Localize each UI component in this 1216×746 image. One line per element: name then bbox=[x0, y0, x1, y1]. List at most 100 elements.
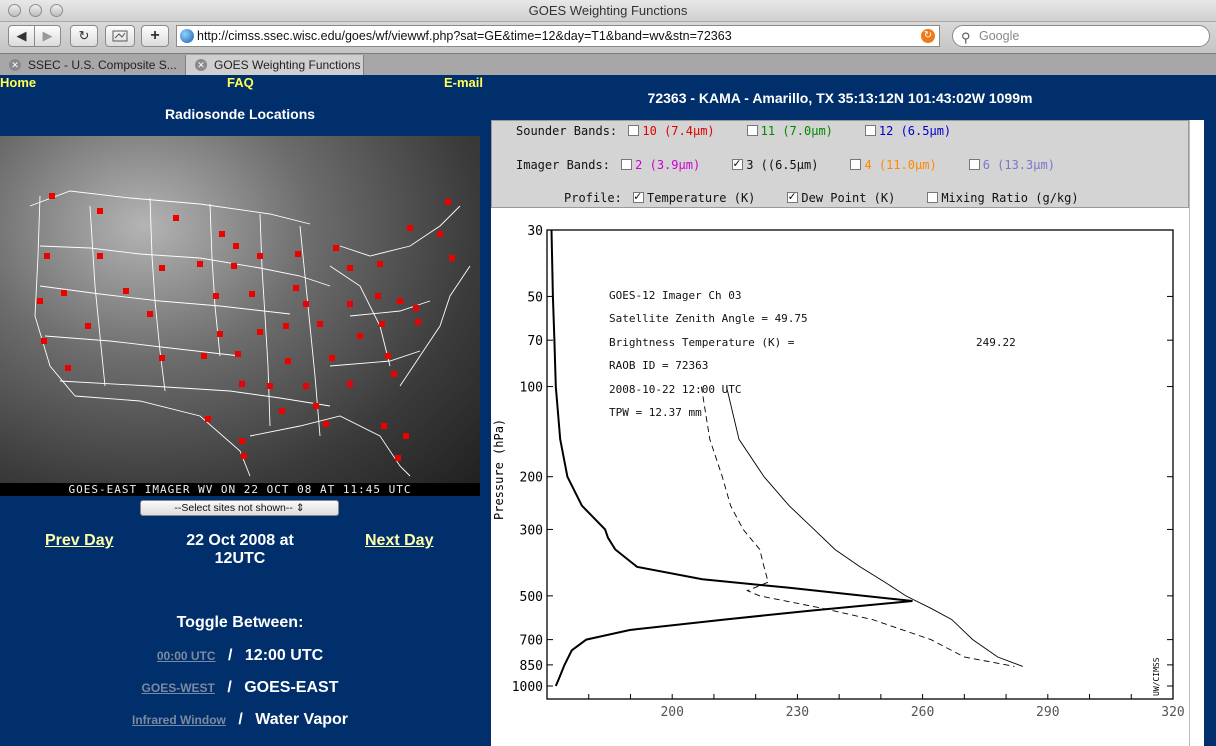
station-marker[interactable] bbox=[391, 371, 397, 377]
address-bar[interactable]: http://cimss.ssec.wisc.edu/goes/wf/vieww… bbox=[176, 25, 940, 47]
station-marker[interactable] bbox=[61, 290, 67, 296]
sounder-checkbox[interactable] bbox=[628, 125, 640, 136]
imager-option[interactable]: 2 (3.9µm) bbox=[621, 158, 700, 172]
station-marker[interactable] bbox=[395, 455, 401, 461]
profile-option[interactable]: Mixing Ratio (g/kg) bbox=[927, 191, 1079, 205]
sounder-option[interactable]: 12 (6.5µm) bbox=[864, 124, 951, 138]
station-marker[interactable] bbox=[317, 321, 323, 327]
tab-goes[interactable]: ✕ GOES Weighting Functions bbox=[186, 55, 364, 76]
tab-ssec[interactable]: ✕ SSEC - U.S. Composite S... bbox=[0, 55, 186, 76]
station-marker[interactable] bbox=[347, 381, 353, 387]
station-marker[interactable] bbox=[303, 301, 309, 307]
zoom-window-icon[interactable] bbox=[50, 4, 63, 17]
station-marker[interactable] bbox=[41, 338, 47, 344]
station-marker[interactable] bbox=[437, 231, 443, 237]
back-button[interactable]: ◀ bbox=[8, 25, 35, 47]
station-marker[interactable] bbox=[283, 323, 289, 329]
station-marker[interactable] bbox=[217, 331, 223, 337]
station-marker[interactable] bbox=[375, 293, 381, 299]
faq-link[interactable]: FAQ bbox=[227, 75, 254, 90]
close-tab-icon[interactable]: ✕ bbox=[9, 59, 21, 71]
search-field[interactable]: ⚲ Google bbox=[952, 25, 1210, 47]
station-marker[interactable] bbox=[49, 193, 55, 199]
home-link[interactable]: Home bbox=[0, 75, 36, 90]
station-marker[interactable] bbox=[257, 253, 263, 259]
station-marker[interactable] bbox=[313, 403, 319, 409]
station-marker[interactable] bbox=[85, 323, 91, 329]
station-marker[interactable] bbox=[235, 351, 241, 357]
next-day-link[interactable]: Next Day bbox=[365, 532, 433, 550]
station-marker[interactable] bbox=[123, 288, 129, 294]
add-bookmark-button[interactable]: + bbox=[141, 25, 169, 47]
forward-button[interactable]: ▶ bbox=[34, 25, 61, 47]
station-marker[interactable] bbox=[97, 253, 103, 259]
station-marker[interactable] bbox=[97, 208, 103, 214]
imager-checkbox[interactable] bbox=[850, 159, 862, 170]
station-marker[interactable] bbox=[385, 353, 391, 359]
profile-checkbox[interactable] bbox=[927, 192, 939, 203]
station-marker[interactable] bbox=[379, 321, 385, 327]
imager-checkbox[interactable] bbox=[732, 156, 744, 170]
profile-option[interactable]: Temperature (K) bbox=[633, 189, 755, 205]
station-marker[interactable] bbox=[279, 408, 285, 414]
sounder-option[interactable]: 10 (7.4µm) bbox=[628, 124, 715, 138]
station-marker[interactable] bbox=[213, 293, 219, 299]
station-marker[interactable] bbox=[267, 383, 273, 389]
panel-scrollbar[interactable] bbox=[1189, 120, 1204, 746]
station-marker[interactable] bbox=[44, 253, 50, 259]
station-marker[interactable] bbox=[407, 225, 413, 231]
sounder-option[interactable]: 11 (7.0µm) bbox=[746, 124, 833, 138]
sites-select[interactable]: --Select sites not shown-- ⇕ bbox=[140, 500, 339, 516]
station-marker[interactable] bbox=[397, 298, 403, 304]
station-marker[interactable] bbox=[303, 383, 309, 389]
station-marker[interactable] bbox=[403, 433, 409, 439]
profile-checkbox[interactable] bbox=[633, 189, 645, 203]
station-marker[interactable] bbox=[205, 416, 211, 422]
snapback-icon[interactable] bbox=[105, 25, 135, 47]
station-marker[interactable] bbox=[449, 255, 455, 261]
station-marker[interactable] bbox=[445, 199, 451, 205]
station-marker[interactable] bbox=[37, 298, 43, 304]
sounder-checkbox[interactable] bbox=[864, 125, 876, 136]
band-toggle-link[interactable]: Infrared Window bbox=[132, 713, 226, 727]
satellite-toggle-link[interactable]: GOES-WEST bbox=[142, 681, 215, 695]
radiosonde-map[interactable] bbox=[0, 136, 480, 496]
station-marker[interactable] bbox=[323, 421, 329, 427]
imager-checkbox[interactable] bbox=[968, 159, 980, 170]
station-marker[interactable] bbox=[285, 358, 291, 364]
station-marker[interactable] bbox=[381, 423, 387, 429]
station-marker[interactable] bbox=[347, 301, 353, 307]
station-marker[interactable] bbox=[159, 265, 165, 271]
station-marker[interactable] bbox=[239, 438, 245, 444]
station-marker[interactable] bbox=[413, 305, 419, 311]
time-toggle-link[interactable]: 00:00 UTC bbox=[157, 649, 216, 663]
station-marker[interactable] bbox=[377, 261, 383, 267]
station-marker[interactable] bbox=[249, 291, 255, 297]
station-marker[interactable] bbox=[333, 245, 339, 251]
station-marker[interactable] bbox=[219, 231, 225, 237]
station-marker[interactable] bbox=[159, 355, 165, 361]
station-marker[interactable] bbox=[357, 333, 363, 339]
profile-checkbox[interactable] bbox=[787, 189, 799, 203]
close-tab-icon[interactable]: ✕ bbox=[195, 59, 207, 71]
station-marker[interactable] bbox=[295, 251, 301, 257]
close-window-icon[interactable] bbox=[8, 4, 21, 17]
profile-option[interactable]: Dew Point (K) bbox=[787, 189, 895, 205]
minimize-window-icon[interactable] bbox=[29, 4, 42, 17]
prev-day-link[interactable]: Prev Day bbox=[45, 532, 114, 550]
station-marker[interactable] bbox=[147, 311, 153, 317]
station-marker[interactable] bbox=[415, 319, 421, 325]
station-marker[interactable] bbox=[201, 353, 207, 359]
station-marker[interactable] bbox=[233, 243, 239, 249]
station-marker[interactable] bbox=[257, 329, 263, 335]
station-marker[interactable] bbox=[241, 453, 247, 459]
station-marker[interactable] bbox=[293, 285, 299, 291]
imager-checkbox[interactable] bbox=[621, 159, 633, 170]
rss-refresh-icon[interactable]: ↻ bbox=[921, 29, 935, 43]
station-marker[interactable] bbox=[65, 365, 71, 371]
station-marker[interactable] bbox=[231, 263, 237, 269]
reload-button[interactable]: ↻ bbox=[70, 25, 98, 47]
station-marker[interactable] bbox=[197, 261, 203, 267]
imager-option[interactable]: 6 (13.3µm) bbox=[968, 158, 1055, 172]
station-marker[interactable] bbox=[173, 215, 179, 221]
